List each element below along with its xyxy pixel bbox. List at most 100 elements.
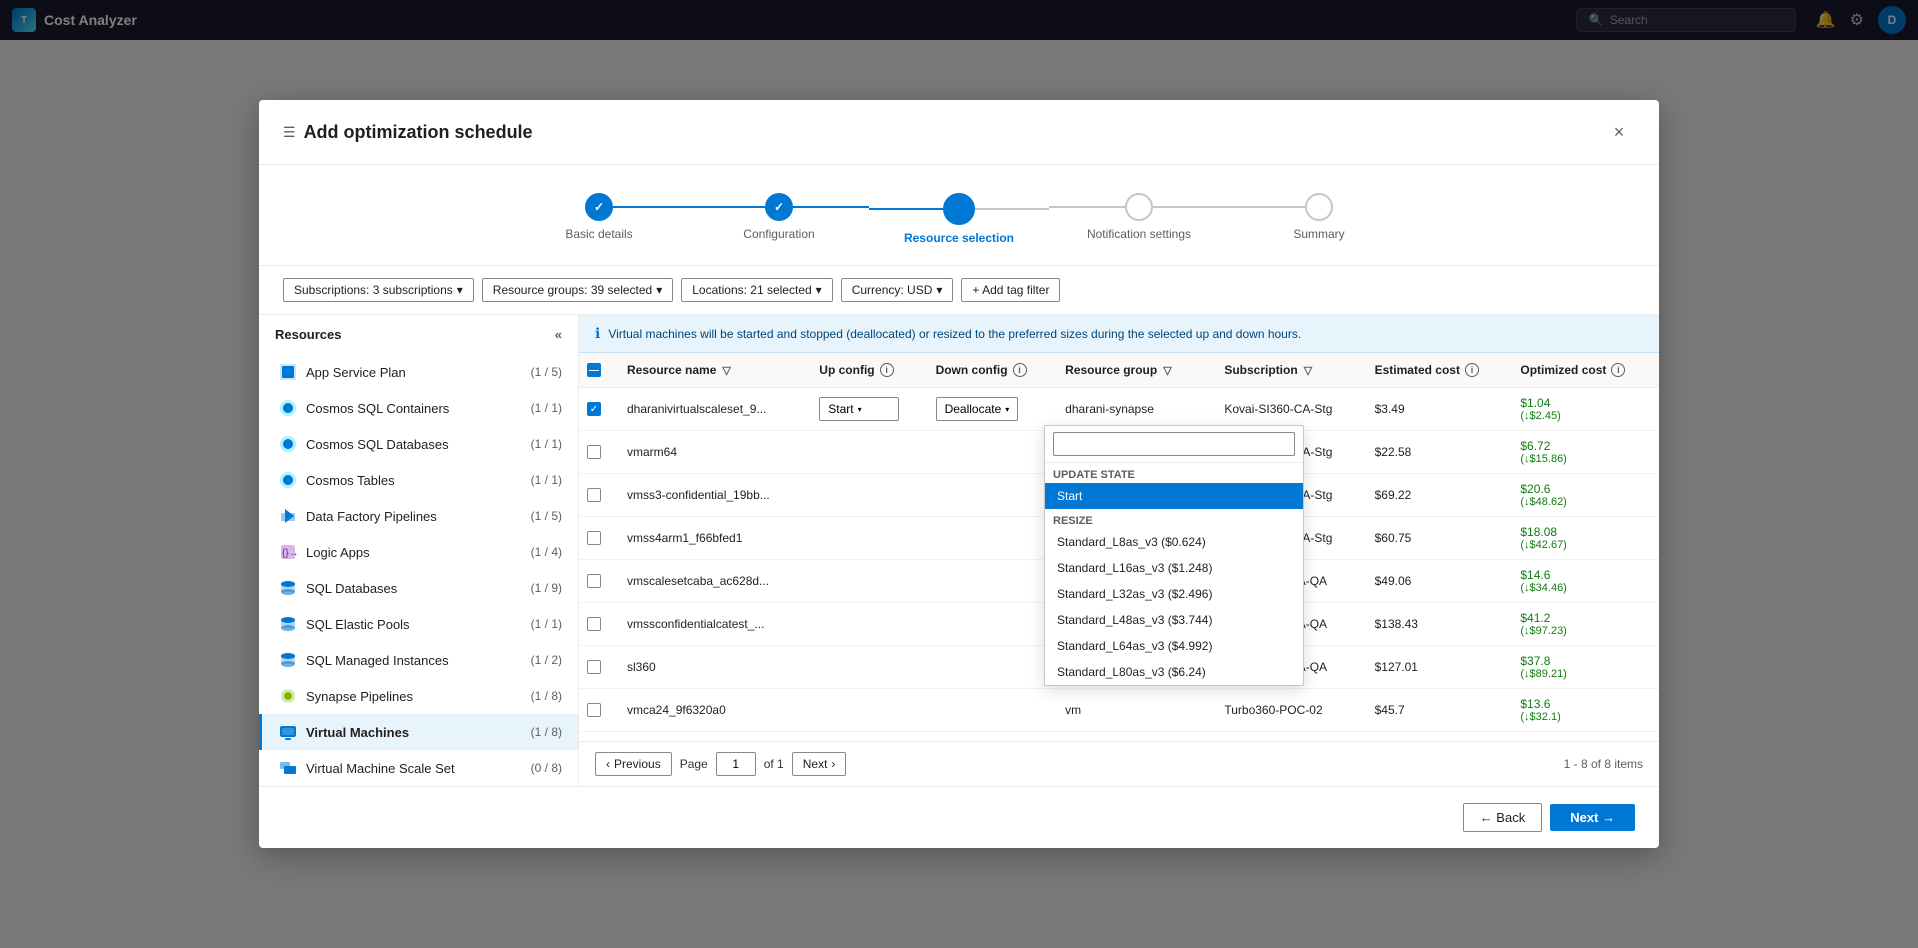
sidebar-item-data-factory-pipelines[interactable]: Data Factory Pipelines (1 / 5)	[259, 498, 578, 534]
dropdown-search-input[interactable]	[1053, 432, 1295, 456]
info-icon: ℹ	[595, 325, 600, 342]
down-config-cell: Deallocate ▾	[928, 388, 1058, 431]
filters-row: Subscriptions: 3 subscriptions ▾ Resourc…	[259, 266, 1659, 315]
subscriptions-filter[interactable]: Subscriptions: 3 subscriptions ▾	[283, 278, 474, 302]
step-5-circle	[1305, 193, 1333, 221]
estimated-cost-cell: $22.58	[1367, 431, 1513, 474]
add-tag-filter-button[interactable]: + Add tag filter	[961, 278, 1060, 302]
cosmos-sql-databases-icon	[278, 434, 298, 454]
subscription-cell: Turbo360-POC-02	[1216, 689, 1366, 732]
optimized-cost-cell: $41.2(↓$97.23)	[1512, 603, 1659, 646]
row-checkbox[interactable]: ✓	[587, 402, 601, 416]
synapse-pipelines-icon	[278, 686, 298, 706]
up-config-cell	[811, 689, 927, 732]
dropdown-option-l48[interactable]: Standard_L48as_v3 ($3.744)	[1045, 607, 1303, 633]
of-label: of 1	[764, 757, 784, 771]
up-config-cell	[811, 646, 927, 689]
optimized-cost-info-icon: i	[1611, 363, 1625, 377]
vm-icon	[278, 722, 298, 742]
back-button[interactable]: ← Back	[1463, 803, 1543, 832]
dropdown-option-l32[interactable]: Standard_L32as_v3 ($2.496)	[1045, 581, 1303, 607]
down-config-cell	[928, 431, 1058, 474]
col-optimized-cost: Optimized cost	[1520, 363, 1606, 377]
prev-page-button[interactable]: ‹ Previous	[595, 752, 672, 776]
row-checkbox[interactable]	[587, 617, 601, 631]
sidebar-item-cosmos-tables[interactable]: Cosmos Tables (1 / 1)	[259, 462, 578, 498]
optimized-cost-cell: $20.6(↓$48.62)	[1512, 474, 1659, 517]
resource-table-wrapper: — Resource name ▽	[579, 353, 1659, 741]
down-config-cell	[928, 689, 1058, 732]
up-config-dropdown-button[interactable]: Start ▾	[819, 397, 899, 421]
up-config-info-icon: i	[880, 363, 894, 377]
up-config-dropdown: UPDATE STATE Start RESIZE Standard_L8as_…	[1044, 425, 1304, 686]
row-checkbox[interactable]	[587, 660, 601, 674]
modal-footer: ← Back Next →	[259, 786, 1659, 848]
cosmos-sql-containers-icon	[278, 398, 298, 418]
row-checkbox[interactable]	[587, 488, 601, 502]
dropdown-option-start[interactable]: Start	[1045, 483, 1303, 509]
sidebar-item-app-service-plan[interactable]: App Service Plan (1 / 5)	[259, 354, 578, 390]
sidebar-item-synapse-pipelines[interactable]: Synapse Pipelines (1 / 8)	[259, 678, 578, 714]
row-checkbox[interactable]	[587, 574, 601, 588]
up-config-cell	[811, 603, 927, 646]
close-button[interactable]: ×	[1603, 116, 1635, 148]
resource-name-cell: vmca24_9f6320a0	[619, 689, 811, 732]
sidebar-item-virtual-machines[interactable]: Virtual Machines (1 / 8)	[259, 714, 578, 750]
sidebar-item-sql-databases[interactable]: SQL Databases (1 / 9)	[259, 570, 578, 606]
sql-managed-instances-icon	[278, 650, 298, 670]
locations-filter[interactable]: Locations: 21 selected ▾	[681, 278, 832, 302]
optimized-cost-cell: $37.8(↓$89.21)	[1512, 646, 1659, 689]
next-page-button[interactable]: Next ›	[792, 752, 847, 776]
app-service-icon	[278, 362, 298, 382]
row-checkbox[interactable]	[587, 531, 601, 545]
sidebar-header-label: Resources	[275, 327, 341, 342]
sidebar-item-cosmos-sql-databases[interactable]: Cosmos SQL Databases (1 / 1)	[259, 426, 578, 462]
modal-title: Add optimization schedule	[304, 122, 533, 143]
resource-name-cell: vmarm64	[619, 431, 811, 474]
resource-group-filter-icon[interactable]: ▽	[1163, 364, 1171, 377]
schedule-icon: ☰	[283, 124, 296, 141]
down-config-dropdown-button[interactable]: Deallocate ▾	[936, 397, 1019, 421]
steps-bar: ✓ Basic details ✓ Configuration	[259, 165, 1659, 266]
estimated-cost-cell: $60.75	[1367, 517, 1513, 560]
dropdown-option-l64[interactable]: Standard_L64as_v3 ($4.992)	[1045, 633, 1303, 659]
estimated-cost-cell: $49.06	[1367, 560, 1513, 603]
table-row: vmca24_9f6320a0vmTurbo360-POC-02$45.7$13…	[579, 689, 1659, 732]
sidebar-item-logic-apps[interactable]: {}→ Logic Apps (1 / 4)	[259, 534, 578, 570]
resource-name-filter-icon[interactable]: ▽	[722, 364, 730, 377]
currency-filter[interactable]: Currency: USD ▾	[841, 278, 954, 302]
select-all-checkbox[interactable]: —	[587, 363, 601, 377]
estimated-cost-cell: $3.49	[1367, 388, 1513, 431]
resize-label: RESIZE	[1045, 509, 1303, 529]
col-down-config: Down config	[936, 363, 1008, 377]
up-config-cell	[811, 560, 927, 603]
down-config-info-icon: i	[1013, 363, 1027, 377]
sidebar-item-sql-elastic-pools[interactable]: SQL Elastic Pools (1 / 1)	[259, 606, 578, 642]
info-banner: ℹ Virtual machines will be started and s…	[579, 315, 1659, 353]
down-config-cell	[928, 517, 1058, 560]
resource-name-cell: dharanivirtualscaleset_9...	[619, 388, 811, 431]
sidebar-item-sql-managed-instances[interactable]: SQL Managed Instances (1 / 2)	[259, 642, 578, 678]
step-3-circle	[943, 193, 975, 225]
col-estimated-cost: Estimated cost	[1375, 363, 1460, 377]
next-button[interactable]: Next →	[1550, 804, 1635, 831]
resource-groups-filter[interactable]: Resource groups: 39 selected ▾	[482, 278, 673, 302]
dropdown-option-l8[interactable]: Standard_L8as_v3 ($0.624)	[1045, 529, 1303, 555]
step-4-label: Notification settings	[1087, 227, 1191, 241]
optimized-cost-cell: $13.6(↓$32.1)	[1512, 689, 1659, 732]
row-checkbox[interactable]	[587, 445, 601, 459]
logic-apps-icon: {}→	[278, 542, 298, 562]
sidebar-item-cosmos-sql-containers[interactable]: Cosmos SQL Containers (1 / 1)	[259, 390, 578, 426]
page-number-input[interactable]	[716, 752, 756, 776]
dropdown-option-l16[interactable]: Standard_L16as_v3 ($1.248)	[1045, 555, 1303, 581]
main-content-area: ℹ Virtual machines will be started and s…	[579, 315, 1659, 786]
dropdown-option-l80[interactable]: Standard_L80as_v3 ($6.24)	[1045, 659, 1303, 685]
down-config-cell	[928, 474, 1058, 517]
row-checkbox[interactable]	[587, 703, 601, 717]
step-1-circle: ✓	[585, 193, 613, 221]
subscription-filter-icon[interactable]: ▽	[1304, 364, 1312, 377]
sidebar-collapse-button[interactable]: «	[555, 327, 562, 342]
sql-databases-icon	[278, 578, 298, 598]
step-5-label: Summary	[1293, 227, 1344, 241]
sidebar-item-vm-scale-set[interactable]: Virtual Machine Scale Set (0 / 8)	[259, 750, 578, 786]
